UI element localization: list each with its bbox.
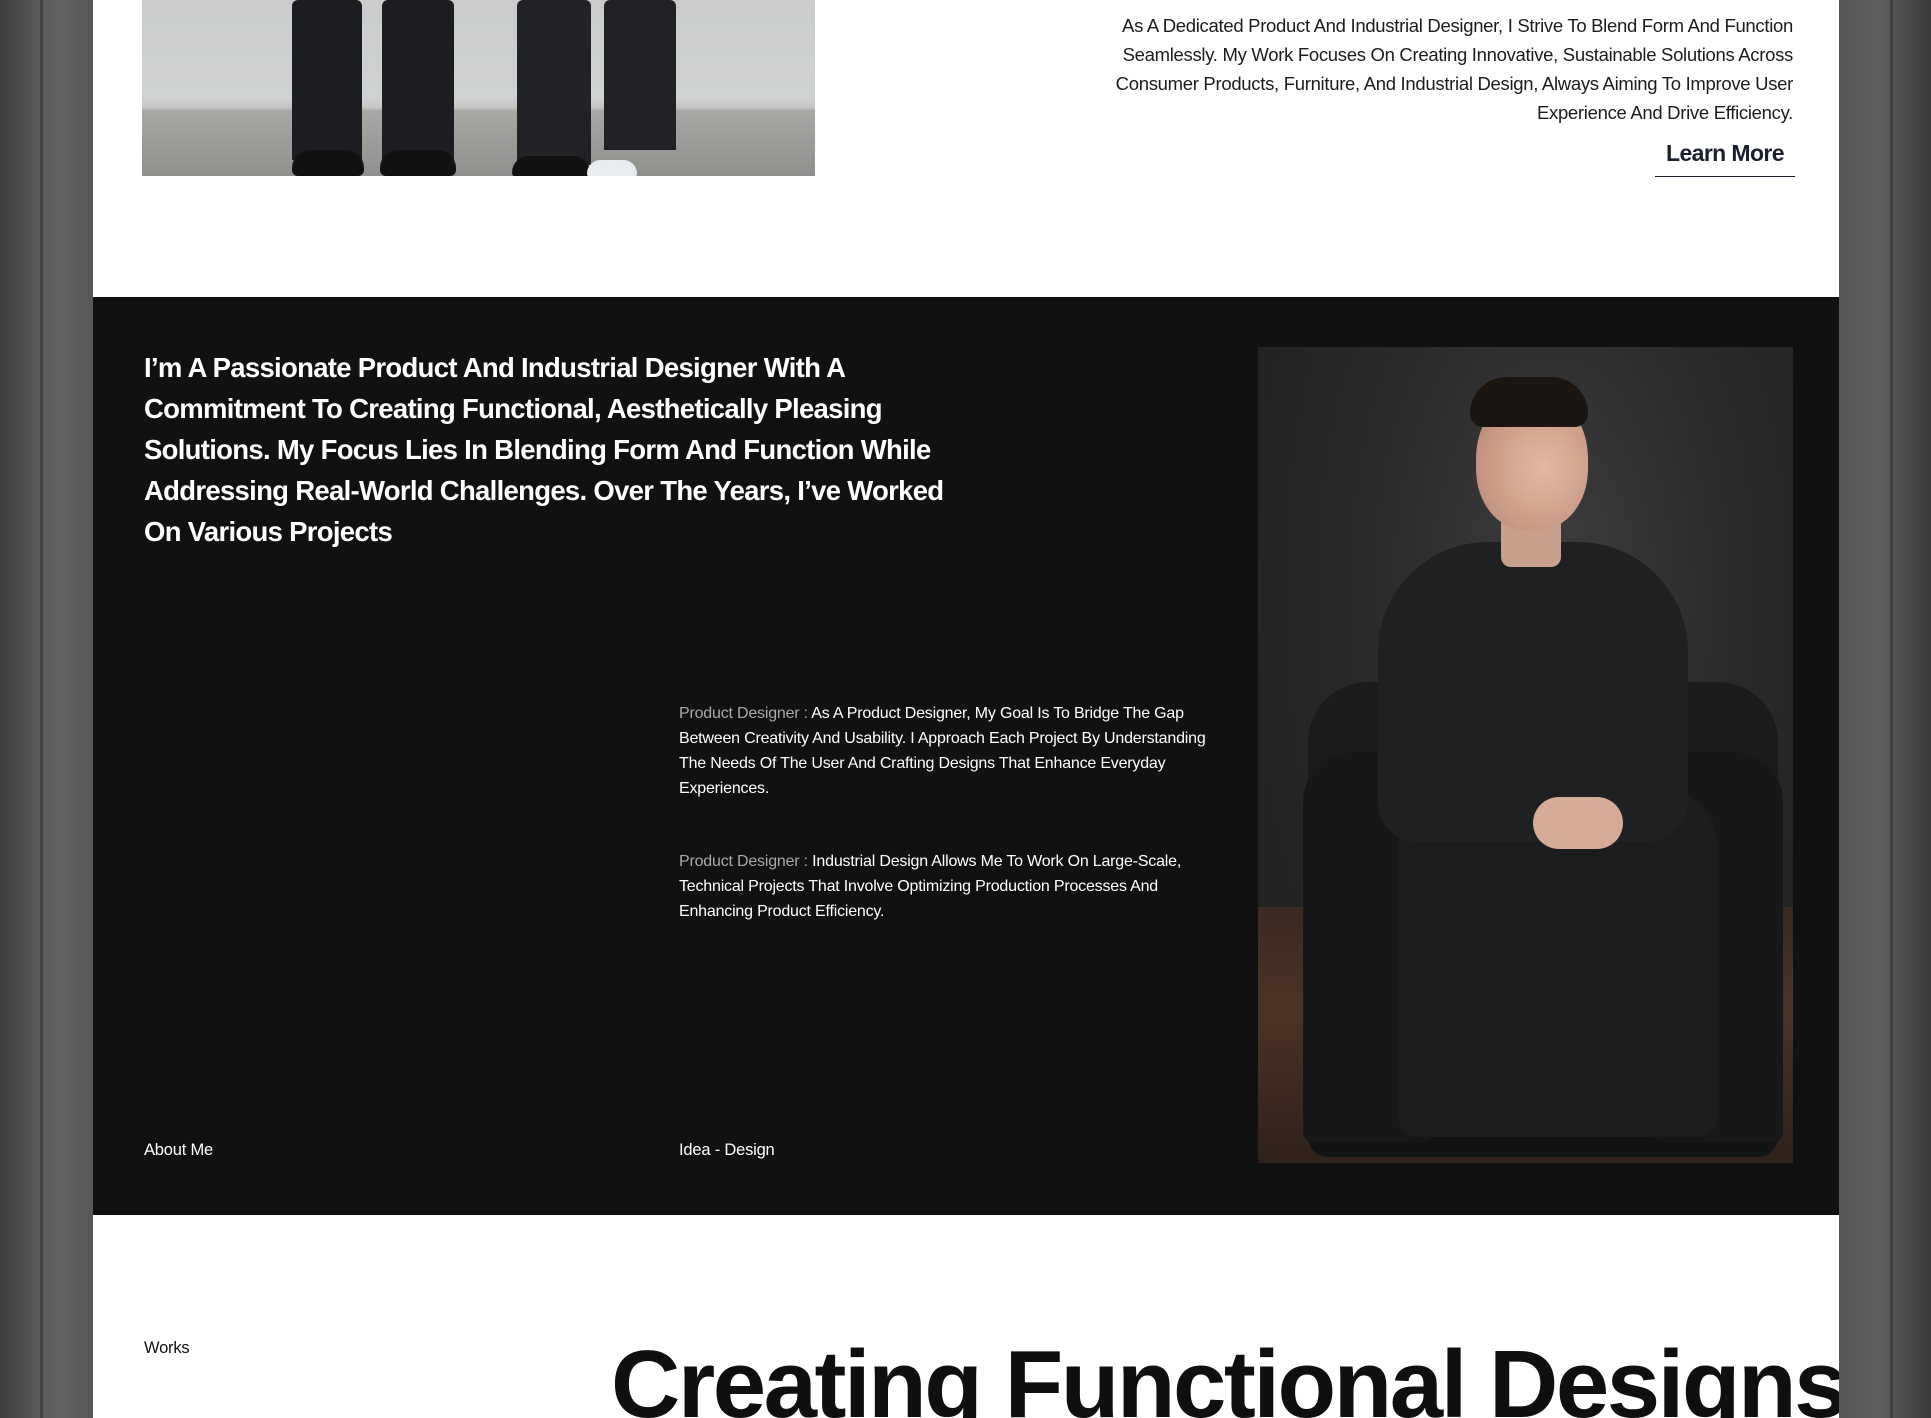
photo-shoe [380, 150, 456, 176]
about-section: I’m A Passionate Product And Industrial … [93, 297, 1839, 1215]
role-label: Product Designer : [679, 853, 808, 870]
photo-shoe [512, 156, 590, 176]
window-frame-right [1890, 0, 1893, 1418]
photo-shoe [587, 160, 637, 176]
portrait-torso [1378, 542, 1688, 842]
photo-floor [142, 110, 815, 176]
designer-portrait-photo [1258, 347, 1793, 1163]
learn-more-button[interactable]: Learn More [1655, 139, 1795, 177]
photo-leg [604, 0, 676, 150]
works-label: Works [144, 1339, 190, 1357]
portfolio-page: As A Dedicated Product And Industrial De… [93, 0, 1839, 1418]
photo-shoe [292, 150, 364, 176]
photo-leg [382, 0, 454, 160]
photo-leg [517, 0, 591, 165]
portrait-hands [1533, 797, 1623, 849]
role-description: Product Designer : As A Product Designer… [679, 701, 1224, 801]
about-heading: I’m A Passionate Product And Industrial … [144, 352, 944, 547]
about-me-label: About Me [144, 1141, 214, 1159]
role-description: Product Designer : Industrial Design All… [679, 849, 1224, 924]
intro-paragraph: As A Dedicated Product And Industrial De… [1115, 14, 1794, 123]
works-title: Creating Functional Designs [611, 1331, 1839, 1418]
role-label: Product Designer : [679, 705, 808, 722]
portrait-hair [1470, 377, 1588, 427]
window-frame-left [40, 0, 43, 1418]
hero-photo-two-people-standing [142, 0, 815, 176]
idea-design-label: Idea - Design [679, 1141, 775, 1159]
photo-leg [292, 0, 362, 160]
